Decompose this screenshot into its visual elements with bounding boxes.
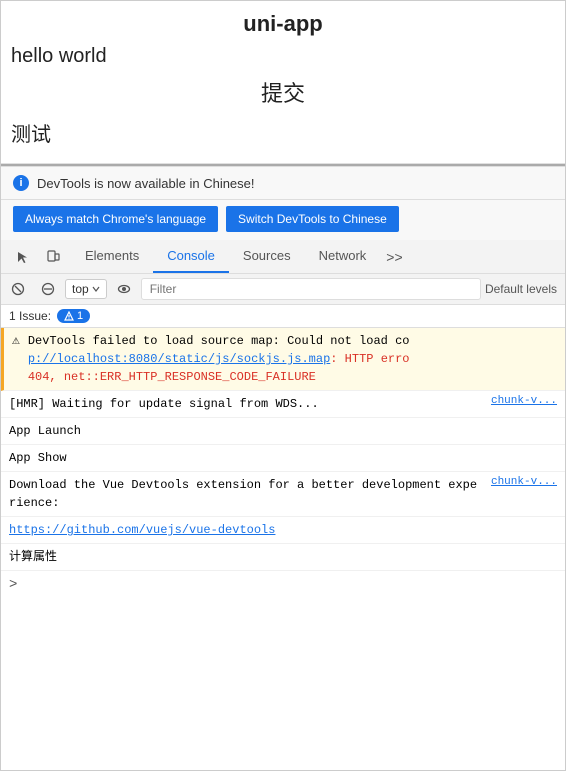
block-icon[interactable] — [35, 276, 61, 302]
app-hello: hello world — [11, 45, 555, 68]
devtools-banner: i DevTools is now available in Chinese! — [1, 166, 565, 200]
tab-sources[interactable]: Sources — [229, 240, 305, 273]
vuelink-text: https://github.com/vuejs/vue-devtools — [9, 521, 557, 539]
console-entry-applaunch: App Launch — [1, 418, 565, 445]
devtools-buttons-row: Always match Chrome's language Switch De… — [1, 200, 565, 240]
prompt-arrow: > — [9, 577, 17, 593]
download-chunk[interactable]: chunk-v... — [491, 476, 557, 488]
console-entry-warning: ⚠ DevTools failed to load source map: Co… — [1, 328, 565, 391]
hmr-text: [HMR] Waiting for update signal from WDS… — [9, 395, 483, 413]
top-label: top — [72, 282, 89, 296]
warning-icon: ⚠ — [12, 333, 20, 348]
filter-input[interactable] — [141, 278, 481, 300]
tab-elements[interactable]: Elements — [71, 240, 153, 273]
app-title: uni-app — [11, 11, 555, 37]
vue-devtools-link[interactable]: https://github.com/vuejs/vue-devtools — [9, 523, 275, 537]
devtools-panel: i DevTools is now available in Chinese! … — [1, 164, 565, 599]
clear-console-button[interactable] — [5, 276, 31, 302]
console-prompt[interactable]: > — [1, 571, 565, 599]
hmr-chunk[interactable]: chunk-v... — [491, 395, 557, 407]
download-text: Download the Vue Devtools extension for … — [9, 476, 483, 512]
app-test: 测试 — [11, 118, 555, 147]
eye-icon[interactable] — [111, 276, 137, 302]
switch-devtools-button[interactable]: Switch DevTools to Chinese — [226, 206, 399, 232]
sockjs-link[interactable]: p://localhost:8080/static/js/sockjs.js.m… — [28, 352, 330, 366]
issue-badge[interactable]: 1 — [57, 309, 90, 323]
default-levels-label: Default levels — [485, 282, 561, 296]
issue-label: 1 Issue: — [9, 309, 51, 323]
console-entry-hmr: [HMR] Waiting for update signal from WDS… — [1, 391, 565, 418]
tab-network[interactable]: Network — [305, 240, 381, 273]
console-entry-appshow: App Show — [1, 445, 565, 472]
app-area: uni-app hello world 提交 测试 — [1, 1, 565, 164]
console-toolbar: top Default levels — [1, 274, 565, 305]
applaunch-text: App Launch — [9, 422, 557, 440]
issue-bar: 1 Issue: 1 — [1, 305, 565, 328]
banner-text: DevTools is now available in Chinese! — [37, 176, 255, 191]
cursor-icon[interactable] — [9, 243, 37, 271]
info-icon: i — [13, 175, 29, 191]
app-submit: 提交 — [11, 76, 555, 108]
always-match-button[interactable]: Always match Chrome's language — [13, 206, 218, 232]
context-dropdown[interactable]: top — [65, 279, 107, 299]
console-entry-computed: 计算属性 — [1, 544, 565, 571]
console-output[interactable]: ⚠ DevTools failed to load source map: Co… — [1, 328, 565, 599]
computed-text: 计算属性 — [9, 548, 557, 566]
console-entry-download: Download the Vue Devtools extension for … — [1, 472, 565, 517]
devtools-tabs: Elements Console Sources Network >> — [1, 240, 565, 274]
device-icon[interactable] — [39, 243, 67, 271]
warning-text: DevTools failed to load source map: Coul… — [28, 332, 557, 386]
tab-console[interactable]: Console — [153, 240, 229, 273]
appshow-text: App Show — [9, 449, 557, 467]
issue-count: 1 — [77, 310, 83, 322]
tab-icons — [5, 243, 71, 271]
more-tabs-icon[interactable]: >> — [380, 241, 408, 273]
console-entry-vuelink: https://github.com/vuejs/vue-devtools — [1, 517, 565, 544]
